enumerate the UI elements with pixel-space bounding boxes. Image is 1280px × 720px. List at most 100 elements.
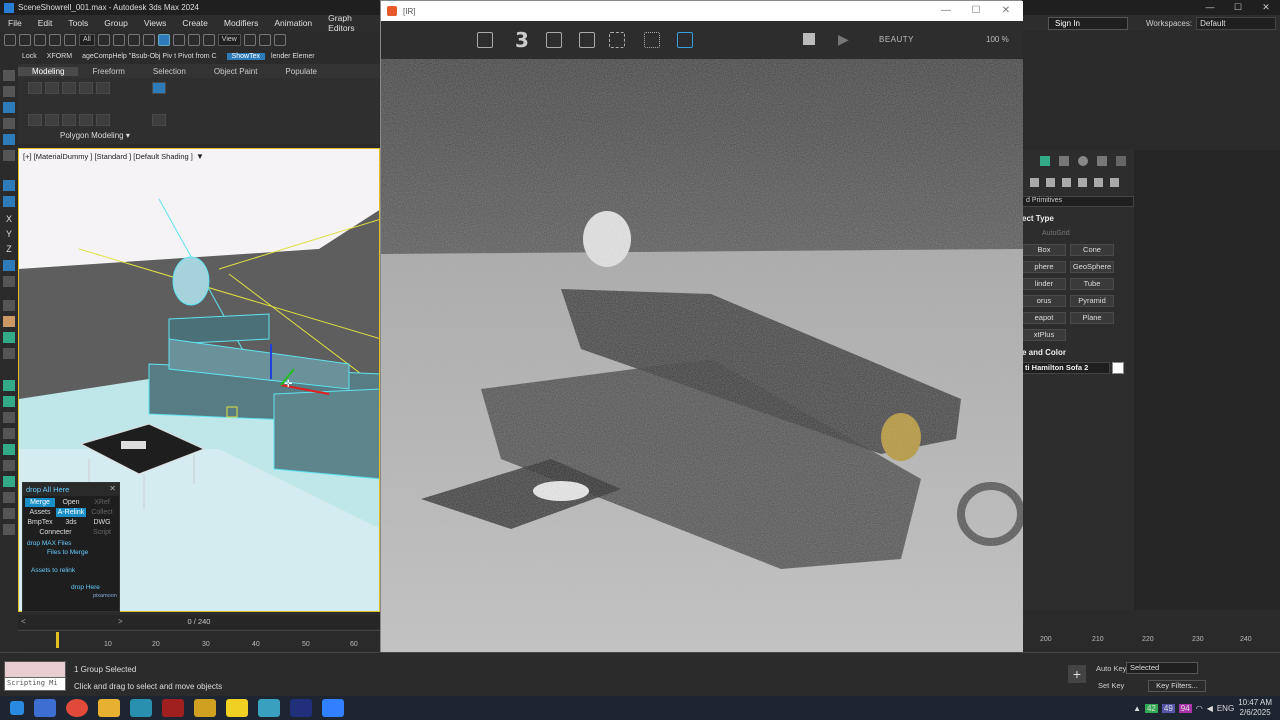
tool-icon[interactable] xyxy=(3,508,15,519)
unlink-icon[interactable] xyxy=(49,34,61,46)
ribbon-button[interactable] xyxy=(28,82,42,94)
filter-icon[interactable]: ▼ xyxy=(196,152,204,161)
render-element-button[interactable]: lender Elemer xyxy=(271,53,315,60)
object-name-field[interactable]: ti Hamilton Sofa 2 xyxy=(1022,362,1110,374)
a-relink-button[interactable]: A-Relink xyxy=(56,508,86,517)
select-object-icon[interactable] xyxy=(97,34,110,46)
tool-icon[interactable] xyxy=(3,460,15,471)
wifi-icon[interactable]: ◠ xyxy=(1196,704,1203,713)
connecter-button[interactable]: Connecter xyxy=(25,528,86,537)
zoom-select[interactable]: 100 % xyxy=(986,35,1009,44)
x-axis-icon[interactable]: X xyxy=(3,214,15,225)
region-icon[interactable] xyxy=(609,32,625,48)
hierarchy-tab-icon[interactable] xyxy=(1078,156,1088,166)
tool-icon[interactable] xyxy=(3,196,15,207)
tab-object-paint[interactable]: Object Paint xyxy=(200,67,272,76)
bmptex-button[interactable]: BmpTex xyxy=(25,518,55,527)
pyramid-button[interactable]: Pyramid xyxy=(1070,295,1114,307)
object-type-header[interactable]: ect Type xyxy=(1022,214,1054,223)
category-select[interactable]: d Primitives xyxy=(1022,196,1134,207)
shapes-icon[interactable] xyxy=(1046,178,1055,187)
fb-minimize-button[interactable]: — xyxy=(931,1,961,21)
split-view-icon[interactable] xyxy=(677,32,693,48)
frame-number[interactable]: 3 xyxy=(515,28,529,52)
xy-plane-icon[interactable] xyxy=(3,260,15,271)
modify-tab-icon[interactable] xyxy=(1059,156,1069,166)
tool-icon[interactable] xyxy=(3,332,15,343)
close-button[interactable]: ✕ xyxy=(1252,0,1280,15)
tool-icon[interactable] xyxy=(3,102,15,113)
select-manipulate-icon[interactable] xyxy=(258,34,271,46)
time-marker[interactable] xyxy=(56,632,59,648)
speaker-icon[interactable]: ◀ xyxy=(1207,704,1213,713)
add-key-icon[interactable]: + xyxy=(1068,665,1086,683)
tool-icon[interactable] xyxy=(3,380,15,391)
set-key-button[interactable]: Set Key xyxy=(1098,681,1124,690)
tab-freeform[interactable]: Freeform xyxy=(78,67,138,76)
app-icon[interactable] xyxy=(322,699,344,717)
app-icon[interactable] xyxy=(34,699,56,717)
tool-icon[interactable] xyxy=(3,396,15,407)
menu-create[interactable]: Create xyxy=(174,18,216,28)
spacewarps-icon[interactable] xyxy=(1110,178,1119,187)
track-bar-right[interactable]: 200 210 220 230 240 xyxy=(1022,630,1280,650)
ribbon-button[interactable] xyxy=(28,114,42,126)
cone-button[interactable]: Cone xyxy=(1070,244,1114,256)
plane-button[interactable]: Plane xyxy=(1070,312,1114,324)
redo-icon[interactable] xyxy=(19,34,31,46)
undo-icon[interactable] xyxy=(4,34,16,46)
autogrid-checkbox[interactable]: AutoGrid xyxy=(1042,230,1070,237)
object-color-swatch[interactable] xyxy=(1112,362,1124,374)
tab-modeling[interactable]: Modeling xyxy=(18,66,79,76)
placement-icon[interactable] xyxy=(202,34,215,46)
ribbon-button[interactable] xyxy=(62,82,76,94)
xform-button[interactable]: XFORM xyxy=(47,53,72,60)
tool-icon[interactable] xyxy=(3,348,15,359)
drop-here[interactable]: drop Here xyxy=(23,583,119,592)
window-crossing-icon[interactable] xyxy=(142,34,155,46)
tool-icon[interactable] xyxy=(3,134,15,145)
geosphere-button[interactable]: GeoSphere xyxy=(1070,261,1114,273)
box-button[interactable]: Box xyxy=(1022,244,1066,256)
cylinder-button[interactable]: linder xyxy=(1022,278,1066,290)
snap-icon[interactable] xyxy=(273,34,286,46)
ref-coord-select[interactable]: View xyxy=(217,34,241,46)
sign-in-button[interactable]: Sign In xyxy=(1048,16,1128,30)
tool-icon[interactable] xyxy=(3,492,15,503)
tool-icon[interactable] xyxy=(3,428,15,439)
start-icon[interactable] xyxy=(10,701,24,715)
3dsmax-icon[interactable] xyxy=(130,699,152,717)
rect-selection-icon[interactable] xyxy=(127,34,140,46)
app-icon[interactable] xyxy=(258,699,280,717)
ribbon-button[interactable] xyxy=(79,82,93,94)
name-color-header[interactable]: e and Color xyxy=(1022,348,1066,357)
ribbon-button[interactable] xyxy=(62,114,76,126)
link-icon[interactable] xyxy=(34,34,46,46)
ribbon-button[interactable] xyxy=(79,114,93,126)
rotate-icon[interactable] xyxy=(172,34,185,46)
tool-icon[interactable] xyxy=(3,70,15,81)
menu-graph-editors[interactable]: Graph Editors xyxy=(320,13,380,33)
tab-selection[interactable]: Selection xyxy=(139,67,200,76)
ribbon-button[interactable] xyxy=(96,82,110,94)
tool-icon[interactable] xyxy=(3,412,15,423)
menu-edit[interactable]: Edit xyxy=(30,18,61,28)
tool-icon[interactable] xyxy=(3,300,15,311)
teapot-button[interactable]: eapot xyxy=(1022,312,1066,324)
xref-button[interactable]: XRef xyxy=(87,498,117,507)
track-bar[interactable]: 10 20 30 40 50 60 xyxy=(18,630,380,650)
tool-icon[interactable] xyxy=(3,524,15,535)
viewport-label[interactable]: [+] [MaterialDummy ] [Standard ] [Defaul… xyxy=(23,152,193,161)
tool-icon[interactable] xyxy=(3,150,15,161)
tool-icon[interactable] xyxy=(3,180,15,191)
tray-icon[interactable]: ▲ xyxy=(1133,704,1141,713)
clear-icon[interactable] xyxy=(579,32,595,48)
scale-icon[interactable] xyxy=(187,34,200,46)
open-button[interactable]: Open xyxy=(56,498,86,507)
bind-spacewarp-icon[interactable] xyxy=(64,34,76,46)
close-icon[interactable]: ✕ xyxy=(109,484,116,493)
menu-views[interactable]: Views xyxy=(136,18,175,28)
auto-key-button[interactable]: Auto Key xyxy=(1096,664,1126,673)
stop-icon[interactable] xyxy=(803,33,815,45)
ribbon-button[interactable] xyxy=(152,82,166,94)
